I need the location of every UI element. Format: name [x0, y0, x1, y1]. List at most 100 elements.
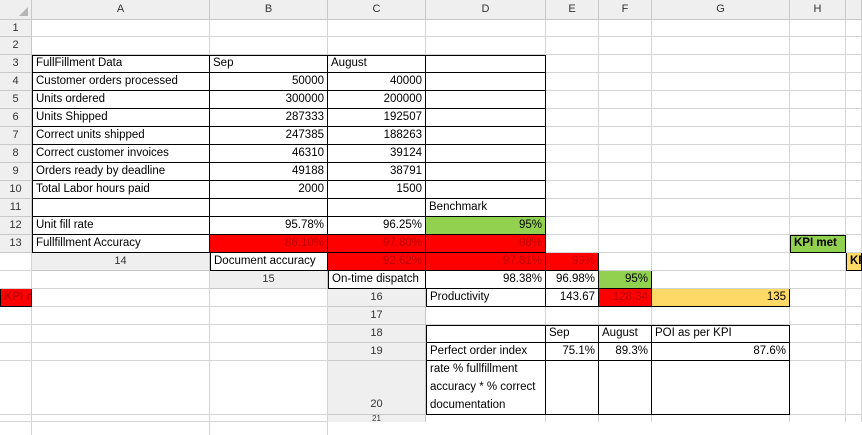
- cell-a16[interactable]: Productivity: [426, 289, 546, 307]
- row-header-1[interactable]: 1: [0, 20, 32, 37]
- cell-b21[interactable]: [546, 415, 599, 422]
- cell-a3[interactable]: FullFillment Data: [32, 55, 210, 73]
- legend-kpi-not-met[interactable]: KPI not met: [0, 289, 32, 307]
- cell-d1[interactable]: [426, 20, 546, 37]
- cell-a9[interactable]: Orders ready by deadline: [32, 163, 210, 181]
- cell-h18[interactable]: [32, 343, 210, 361]
- column-header-d[interactable]: D: [426, 0, 546, 20]
- cell-f14[interactable]: [652, 253, 790, 271]
- cell-b17[interactable]: [546, 307, 599, 325]
- cell-c17[interactable]: [599, 307, 652, 325]
- cell-g18[interactable]: [0, 343, 32, 361]
- legend-kpi-met-one-month[interactable]: KPI met for one month: [846, 253, 862, 271]
- cell-c15[interactable]: 96.98%: [546, 271, 599, 289]
- row-header-14[interactable]: 14: [32, 253, 210, 271]
- row-header-10[interactable]: 10: [0, 181, 32, 199]
- cell-i8[interactable]: [846, 145, 862, 163]
- cell-f21[interactable]: [846, 415, 862, 422]
- row-header-21[interactable]: 21: [328, 415, 426, 422]
- cell-d2[interactable]: [426, 37, 546, 55]
- cell-i21[interactable]: [210, 422, 328, 435]
- cell-d21[interactable]: [652, 415, 790, 422]
- cell-e20[interactable]: [790, 361, 846, 415]
- cell-a7[interactable]: Correct units shipped: [32, 127, 210, 145]
- cell-e10[interactable]: [546, 181, 599, 199]
- cell-a14[interactable]: Document accuracy: [210, 253, 328, 271]
- cell-g13[interactable]: [652, 235, 790, 253]
- cell-d12[interactable]: 95%: [426, 217, 546, 235]
- cell-d5[interactable]: [426, 91, 546, 109]
- cell-i12[interactable]: [846, 217, 862, 235]
- cell-c4[interactable]: 40000: [328, 73, 426, 91]
- cell-c14[interactable]: 97.81%: [426, 253, 546, 271]
- cell-i19[interactable]: [210, 361, 328, 415]
- cell-a17[interactable]: [426, 307, 546, 325]
- cell-a8[interactable]: Correct customer invoices: [32, 145, 210, 163]
- cell-a20[interactable]: % on time * % unit fill rate % fullfillm…: [426, 361, 546, 415]
- cell-h9[interactable]: [790, 163, 846, 181]
- cell-a1[interactable]: [32, 20, 210, 37]
- cell-b12[interactable]: 95.78%: [210, 217, 328, 235]
- row-header-8[interactable]: 8: [0, 145, 32, 163]
- cell-c13[interactable]: 97.80%: [328, 235, 426, 253]
- cell-h6[interactable]: [790, 109, 846, 127]
- cell-h7[interactable]: [790, 127, 846, 145]
- cell-b8[interactable]: 46310: [210, 145, 328, 163]
- cell-g8[interactable]: [652, 145, 790, 163]
- cell-e11[interactable]: [546, 199, 599, 217]
- cell-i4[interactable]: [846, 73, 862, 91]
- cell-b6[interactable]: 287333: [210, 109, 328, 127]
- cell-e5[interactable]: [546, 91, 599, 109]
- cell-f12[interactable]: [599, 217, 652, 235]
- cell-g1[interactable]: [652, 20, 790, 37]
- cell-d14[interactable]: 99%: [546, 253, 599, 271]
- cell-f10[interactable]: [599, 181, 652, 199]
- cell-g21[interactable]: [0, 422, 32, 435]
- cell-h13[interactable]: [846, 235, 862, 253]
- cell-g12[interactable]: [652, 217, 790, 235]
- cell-h1[interactable]: [790, 20, 846, 37]
- cell-e2[interactable]: [546, 37, 599, 55]
- cell-c8[interactable]: 39124: [328, 145, 426, 163]
- cell-h4[interactable]: [790, 73, 846, 91]
- cell-b9[interactable]: 49188: [210, 163, 328, 181]
- cell-h8[interactable]: [790, 145, 846, 163]
- cell-f6[interactable]: [599, 109, 652, 127]
- column-header-g[interactable]: G: [652, 0, 790, 20]
- cell-c12[interactable]: 96.25%: [328, 217, 426, 235]
- cell-g9[interactable]: [652, 163, 790, 181]
- cell-i6[interactable]: [846, 109, 862, 127]
- column-header-e[interactable]: E: [546, 0, 599, 20]
- row-header-18[interactable]: 18: [328, 325, 426, 343]
- cell-h21[interactable]: [32, 422, 210, 435]
- cell-i5[interactable]: [846, 91, 862, 109]
- cell-h20[interactable]: [32, 415, 210, 422]
- cell-g5[interactable]: [652, 91, 790, 109]
- cell-f5[interactable]: [599, 91, 652, 109]
- cell-e16[interactable]: [790, 289, 846, 307]
- row-header-6[interactable]: 6: [0, 109, 32, 127]
- cell-a5[interactable]: Units ordered: [32, 91, 210, 109]
- column-header-h[interactable]: H: [790, 0, 846, 20]
- cell-g19[interactable]: [0, 361, 32, 415]
- cell-a15[interactable]: On-time dispatch: [328, 271, 426, 289]
- cell-c3[interactable]: August: [328, 55, 426, 73]
- cell-c20[interactable]: [599, 361, 652, 415]
- cell-i7[interactable]: [846, 127, 862, 145]
- cell-f7[interactable]: [599, 127, 652, 145]
- row-header-13[interactable]: 13: [0, 235, 32, 253]
- cell-e15[interactable]: [652, 271, 790, 289]
- cell-b3[interactable]: Sep: [210, 55, 328, 73]
- row-header-4[interactable]: 4: [0, 73, 32, 91]
- cell-g16[interactable]: [0, 307, 32, 325]
- cell-e14[interactable]: [599, 253, 652, 271]
- cell-f19[interactable]: [846, 343, 862, 361]
- cell-e7[interactable]: [546, 127, 599, 145]
- spreadsheet-grid[interactable]: A B C D E F G H 1 2 3 FullFillment Data …: [0, 0, 862, 435]
- cell-h12[interactable]: [790, 217, 846, 235]
- cell-d4[interactable]: [426, 73, 546, 91]
- row-header-19[interactable]: 19: [328, 343, 426, 361]
- cell-c19[interactable]: 89.3%: [599, 343, 652, 361]
- cell-c16[interactable]: 128.34: [599, 289, 652, 307]
- cell-h5[interactable]: [790, 91, 846, 109]
